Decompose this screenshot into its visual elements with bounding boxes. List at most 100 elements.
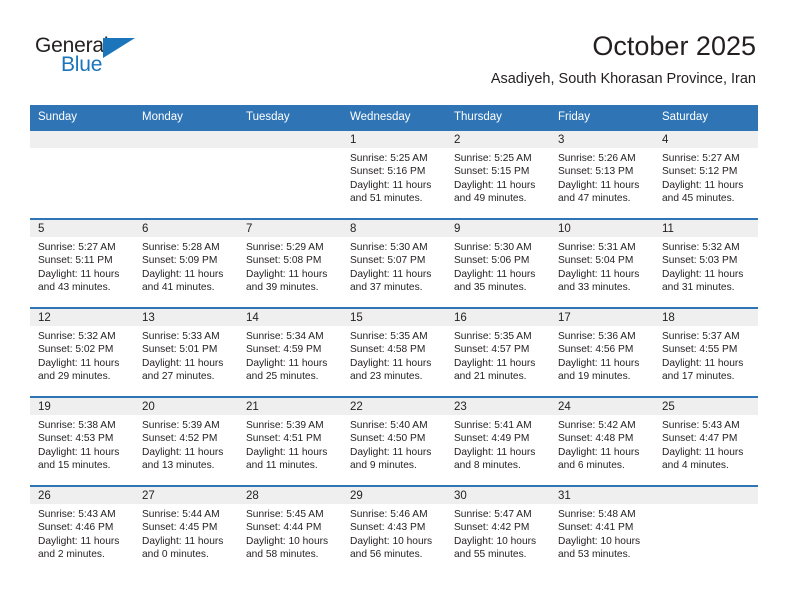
daylight-text-line1: Daylight: 11 hours [38,446,120,458]
calendar-day-cell[interactable]: 25 Sunrise: 5:43 AM Sunset: 4:47 PM Dayligh… [654,396,758,486]
sunset-text: Sunset: 5:16 PM [350,166,426,178]
daylight-text-line1: Daylight: 11 hours [246,268,328,280]
day-cell-details: Sunrise: 5:35 AM Sunset: 4:58 PM Daylight:… [342,326,446,384]
calendar-day-cell[interactable]: 30 Sunrise: 5:47 AM Sunset: 4:42 PM Dayligh… [446,485,550,575]
weekday-header-friday: Friday [550,105,654,130]
calendar-day-cell[interactable]: 29 Sunrise: 5:46 AM Sunset: 4:43 PM Dayligh… [342,485,446,575]
day-cell-details: Sunrise: 5:33 AM Sunset: 5:01 PM Daylight:… [134,326,238,384]
daylight-text-line2: and 35 minutes. [454,282,527,294]
calendar-day-cell[interactable]: 21 Sunrise: 5:39 AM Sunset: 4:51 PM Dayligh… [238,396,342,486]
daylight-text-line2: and 31 minutes. [662,282,735,294]
day-cell-details: Sunrise: 5:41 AM Sunset: 4:49 PM Daylight:… [446,415,550,473]
calendar-day-cell[interactable]: 8 Sunrise: 5:30 AM Sunset: 5:07 PM Daylight… [342,218,446,308]
calendar-day-cell[interactable]: 14 Sunrise: 5:34 AM Sunset: 4:59 PM Dayligh… [238,307,342,397]
day-cell-details: Sunrise: 5:30 AM Sunset: 5:07 PM Daylight:… [342,237,446,295]
calendar-day-cell[interactable]: 2 Sunrise: 5:25 AM Sunset: 5:15 PM Daylight… [446,129,550,219]
daylight-text-line2: and 43 minutes. [38,282,111,294]
page-header: General Blue October 2025 Asadiyeh, Sout… [0,0,792,100]
day-cell-details: Sunrise: 5:35 AM Sunset: 4:57 PM Daylight:… [446,326,550,384]
sunset-text: Sunset: 5:08 PM [246,255,322,267]
day-number [654,487,758,504]
day-cell-details: Sunrise: 5:43 AM Sunset: 4:47 PM Daylight:… [654,415,758,473]
calendar-day-cell[interactable]: 16 Sunrise: 5:35 AM Sunset: 4:57 PM Dayligh… [446,307,550,397]
sunrise-text: Sunrise: 5:29 AM [246,242,324,253]
day-cell-inner: 7 Sunrise: 5:29 AM Sunset: 5:08 PM Daylight… [238,220,342,307]
sunset-text: Sunset: 5:11 PM [38,255,113,267]
calendar-day-cell-empty [654,485,758,575]
calendar-day-cell[interactable]: 4 Sunrise: 5:27 AM Sunset: 5:12 PM Daylight… [654,129,758,219]
daylight-text-line2: and 2 minutes. [38,549,105,561]
daylight-text-line2: and 0 minutes. [142,549,209,561]
calendar-day-cell[interactable]: 24 Sunrise: 5:42 AM Sunset: 4:48 PM Dayligh… [550,396,654,486]
sunrise-text: Sunrise: 5:43 AM [662,420,740,431]
day-cell-inner [654,487,758,575]
calendar-day-cell[interactable]: 18 Sunrise: 5:37 AM Sunset: 4:55 PM Dayligh… [654,307,758,397]
sunrise-text: Sunrise: 5:43 AM [38,509,116,520]
day-cell-details: Sunrise: 5:34 AM Sunset: 4:59 PM Daylight:… [238,326,342,384]
calendar-day-cell[interactable]: 11 Sunrise: 5:32 AM Sunset: 5:03 PM Dayligh… [654,218,758,308]
day-cell-inner: 24 Sunrise: 5:42 AM Sunset: 4:48 PM Dayligh… [550,398,654,485]
day-cell-details: Sunrise: 5:32 AM Sunset: 5:03 PM Daylight:… [654,237,758,295]
daylight-text-line2: and 37 minutes. [350,282,423,294]
day-cell-inner: 26 Sunrise: 5:43 AM Sunset: 4:46 PM Dayligh… [30,487,134,575]
calendar-day-cell[interactable]: 12 Sunrise: 5:32 AM Sunset: 5:02 PM Dayligh… [30,307,134,397]
day-number: 30 [446,487,550,504]
sunrise-text: Sunrise: 5:35 AM [350,331,428,342]
day-cell-inner: 13 Sunrise: 5:33 AM Sunset: 5:01 PM Dayligh… [134,309,238,396]
day-number: 28 [238,487,342,504]
day-number: 16 [446,309,550,326]
day-number [30,131,134,148]
daylight-text-line2: and 25 minutes. [246,371,319,383]
day-number: 11 [654,220,758,237]
calendar-day-cell[interactable]: 17 Sunrise: 5:36 AM Sunset: 4:56 PM Dayligh… [550,307,654,397]
calendar-day-cell[interactable]: 13 Sunrise: 5:33 AM Sunset: 5:01 PM Dayligh… [134,307,238,397]
calendar-day-cell[interactable]: 5 Sunrise: 5:27 AM Sunset: 5:11 PM Daylight… [30,218,134,308]
daylight-text-line2: and 6 minutes. [558,460,625,472]
day-number: 3 [550,131,654,148]
daylight-text-line2: and 9 minutes. [350,460,417,472]
calendar-day-cell[interactable]: 6 Sunrise: 5:28 AM Sunset: 5:09 PM Daylight… [134,218,238,308]
calendar-day-cell[interactable]: 31 Sunrise: 5:48 AM Sunset: 4:41 PM Dayligh… [550,485,654,575]
day-number: 2 [446,131,550,148]
daylight-text-line2: and 55 minutes. [454,549,527,561]
calendar-day-cell[interactable]: 15 Sunrise: 5:35 AM Sunset: 4:58 PM Dayligh… [342,307,446,397]
sunset-text: Sunset: 5:04 PM [558,255,634,267]
calendar-day-cell[interactable]: 1 Sunrise: 5:25 AM Sunset: 5:16 PM Daylight… [342,129,446,219]
sunrise-text: Sunrise: 5:27 AM [38,242,116,253]
calendar-day-cell[interactable]: 3 Sunrise: 5:26 AM Sunset: 5:13 PM Daylight… [550,129,654,219]
day-cell-details: Sunrise: 5:38 AM Sunset: 4:53 PM Daylight:… [30,415,134,473]
calendar-day-cell[interactable]: 27 Sunrise: 5:44 AM Sunset: 4:45 PM Dayligh… [134,485,238,575]
calendar-week-row: 19 Sunrise: 5:38 AM Sunset: 4:53 PM Dayligh… [30,396,758,486]
calendar-day-cell[interactable]: 23 Sunrise: 5:41 AM Sunset: 4:49 PM Dayligh… [446,396,550,486]
sunrise-text: Sunrise: 5:27 AM [662,153,740,164]
calendar-day-cell[interactable]: 10 Sunrise: 5:31 AM Sunset: 5:04 PM Dayligh… [550,218,654,308]
generalblue-logo[interactable]: General Blue [35,34,155,82]
weekday-header-sunday: Sunday [30,105,134,130]
calendar-week-row: 26 Sunrise: 5:43 AM Sunset: 4:46 PM Dayligh… [30,485,758,575]
daylight-text-line1: Daylight: 10 hours [350,535,433,547]
calendar-day-cell[interactable]: 28 Sunrise: 5:45 AM Sunset: 4:44 PM Dayligh… [238,485,342,575]
day-cell-details: Sunrise: 5:48 AM Sunset: 4:41 PM Daylight:… [550,504,654,562]
calendar-day-cell[interactable]: 26 Sunrise: 5:43 AM Sunset: 4:46 PM Dayligh… [30,485,134,575]
calendar-day-cell[interactable]: 9 Sunrise: 5:30 AM Sunset: 5:06 PM Daylight… [446,218,550,308]
day-cell-inner: 15 Sunrise: 5:35 AM Sunset: 4:58 PM Dayligh… [342,309,446,396]
day-cell-inner: 3 Sunrise: 5:26 AM Sunset: 5:13 PM Daylight… [550,131,654,218]
daylight-text-line1: Daylight: 11 hours [246,446,328,458]
weekday-header-thursday: Thursday [446,105,550,130]
sunrise-text: Sunrise: 5:26 AM [558,153,636,164]
day-cell-details: Sunrise: 5:27 AM Sunset: 5:12 PM Daylight:… [654,148,758,206]
weekday-header-monday: Monday [134,105,238,130]
day-cell-details: Sunrise: 5:30 AM Sunset: 5:06 PM Daylight:… [446,237,550,295]
sunset-text: Sunset: 5:02 PM [38,344,114,356]
calendar-day-cell[interactable]: 22 Sunrise: 5:40 AM Sunset: 4:50 PM Dayligh… [342,396,446,486]
sunset-text: Sunset: 5:12 PM [662,166,738,178]
day-cell-details: Sunrise: 5:31 AM Sunset: 5:04 PM Daylight:… [550,237,654,295]
calendar-day-cell[interactable]: 20 Sunrise: 5:39 AM Sunset: 4:52 PM Dayligh… [134,396,238,486]
sunrise-text: Sunrise: 5:47 AM [454,509,532,520]
calendar-day-cell[interactable]: 19 Sunrise: 5:38 AM Sunset: 4:53 PM Dayligh… [30,396,134,486]
daylight-text-line2: and 27 minutes. [142,371,215,383]
daylight-text-line1: Daylight: 11 hours [662,446,744,458]
calendar-day-cell-empty [30,129,134,219]
day-cell-details: Sunrise: 5:46 AM Sunset: 4:43 PM Daylight:… [342,504,446,562]
calendar-day-cell[interactable]: 7 Sunrise: 5:29 AM Sunset: 5:08 PM Daylight… [238,218,342,308]
